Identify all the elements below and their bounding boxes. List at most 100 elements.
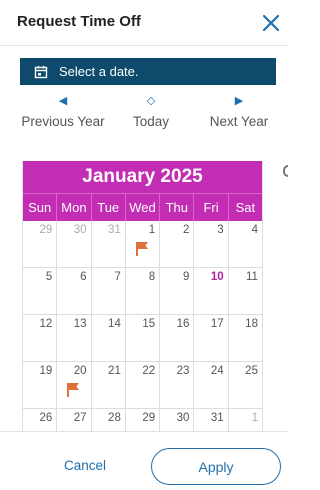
day-number: 19 (39, 365, 53, 377)
select-date-banner: Select a date. (20, 58, 276, 85)
day-number: 7 (114, 271, 121, 283)
calendar-day[interactable]: 6 (56, 268, 90, 314)
weekday-header: Sun Mon Tue Wed Thu Fri Sat (23, 193, 262, 221)
calendar-week-row: 29 30 31 1 2 3 4 (23, 221, 262, 268)
day-number: 31 (108, 224, 121, 236)
calendar-day-today[interactable]: 10 (193, 268, 227, 314)
month-title: January 2025 (23, 161, 262, 193)
today-button[interactable]: ◇ Today (121, 94, 181, 129)
day-number: 28 (108, 412, 121, 424)
apply-button[interactable]: Apply (151, 448, 281, 485)
day-number: 13 (73, 318, 87, 330)
calendar-day[interactable]: 15 (124, 315, 159, 361)
day-number: 1 (148, 224, 156, 236)
day-number: 24 (210, 365, 224, 377)
weekday-label: Tue (90, 194, 125, 221)
calendar-week-row: 26 27 28 29 30 31 1 (23, 409, 262, 431)
calendar-day[interactable]: 27 (56, 409, 90, 431)
day-number: 31 (210, 412, 224, 424)
day-number: 12 (39, 318, 53, 330)
diamond-icon: ◇ (146, 95, 156, 107)
day-number: 11 (246, 271, 258, 283)
next-year-button[interactable]: ▶ Next Year (204, 94, 274, 129)
cancel-button[interactable]: Cancel (64, 458, 106, 473)
day-number: 20 (73, 365, 87, 377)
dialog-title: Request Time Off (17, 13, 141, 30)
calendar-day[interactable]: 30 (56, 221, 90, 267)
calendar-day[interactable]: 19 (23, 362, 56, 408)
calendar-day[interactable]: 26 (23, 409, 56, 431)
calendar-day[interactable]: 9 (159, 268, 193, 314)
day-number: 4 (251, 224, 258, 236)
weekday-label: Sat (227, 194, 262, 221)
calendar-icon (34, 65, 48, 78)
calendar-day[interactable]: 31 (90, 221, 125, 267)
day-number: 30 (176, 412, 190, 424)
calendar-day[interactable]: 28 (90, 409, 125, 431)
previous-year-button[interactable]: ◀ Previous Year (18, 94, 108, 129)
calendar-day[interactable]: 22 (124, 362, 159, 408)
calendar-day[interactable]: 29 (124, 409, 159, 431)
calendar-week-row: 12 13 14 15 16 17 18 (23, 315, 262, 362)
calendar-day[interactable]: 12 (23, 315, 56, 361)
day-number: 26 (39, 412, 53, 424)
calendar-day[interactable]: 7 (90, 268, 125, 314)
day-number: 2 (183, 224, 190, 236)
triangle-left-icon: ◀ (58, 95, 68, 107)
calendar-day[interactable]: 13 (56, 315, 90, 361)
day-number: 15 (142, 318, 156, 330)
day-number: 25 (245, 365, 258, 377)
weekday-label: Fri (193, 194, 227, 221)
calendar-day[interactable]: 11 (227, 268, 262, 314)
calendar-day[interactable]: 1 (227, 409, 262, 431)
day-number: 16 (176, 318, 190, 330)
day-number: 22 (142, 365, 156, 377)
calendar-day[interactable]: 30 (159, 409, 193, 431)
weekday-label: Wed (124, 194, 159, 221)
calendar-day[interactable]: 1 (124, 221, 159, 267)
calendar-day[interactable]: 17 (193, 315, 227, 361)
day-number: 9 (183, 271, 190, 283)
calendar-week-row: 5 6 7 8 9 10 11 (23, 268, 262, 315)
banner-text: Select a date. (59, 64, 139, 79)
calendar-day[interactable]: 31 (193, 409, 227, 431)
calendar-day[interactable]: 21 (90, 362, 125, 408)
day-number: 5 (45, 271, 53, 283)
calendar-day[interactable]: 14 (90, 315, 125, 361)
calendar-day[interactable]: 16 (159, 315, 193, 361)
day-number: 27 (73, 412, 87, 424)
close-icon (262, 14, 280, 32)
day-number: 18 (245, 318, 258, 330)
weekday-label: Thu (159, 194, 193, 221)
day-number: 23 (176, 365, 190, 377)
dialog-header: Request Time Off (0, 0, 288, 46)
day-number: 3 (217, 224, 224, 236)
triangle-right-icon: ▶ (234, 95, 244, 107)
calendar-day[interactable]: 20 (56, 362, 90, 408)
day-number: 17 (210, 318, 224, 330)
calendar-day[interactable]: 3 (193, 221, 227, 267)
weekday-label: Sun (28, 200, 52, 215)
calendar-day[interactable]: 8 (124, 268, 159, 314)
calendar-day[interactable]: 29 (23, 221, 56, 267)
day-number: 14 (108, 318, 121, 330)
day-number: 30 (73, 224, 87, 236)
calendar-day[interactable]: 18 (227, 315, 262, 361)
calendar-day[interactable]: 24 (193, 362, 227, 408)
calendar-day[interactable]: 25 (227, 362, 262, 408)
calendar-day[interactable]: 23 (159, 362, 193, 408)
next-year-label: Next Year (209, 114, 269, 129)
day-number: 1 (251, 412, 258, 424)
holiday-flag-icon (135, 242, 148, 256)
day-number: 21 (108, 365, 121, 377)
calendar-day[interactable]: 5 (23, 268, 56, 314)
calendar-day[interactable]: 4 (227, 221, 262, 267)
month-calendar: January 2025 Sun Mon Tue Wed Thu Fri Sat 29 30 3… (22, 161, 263, 431)
calendar-day[interactable]: 2 (159, 221, 193, 267)
scroll-handle-icon[interactable] (283, 165, 288, 177)
day-number: 29 (39, 224, 53, 236)
day-number: 6 (80, 271, 87, 283)
day-number: 10 (210, 271, 224, 283)
weekday-label: Mon (56, 194, 90, 221)
close-button[interactable] (261, 13, 281, 33)
